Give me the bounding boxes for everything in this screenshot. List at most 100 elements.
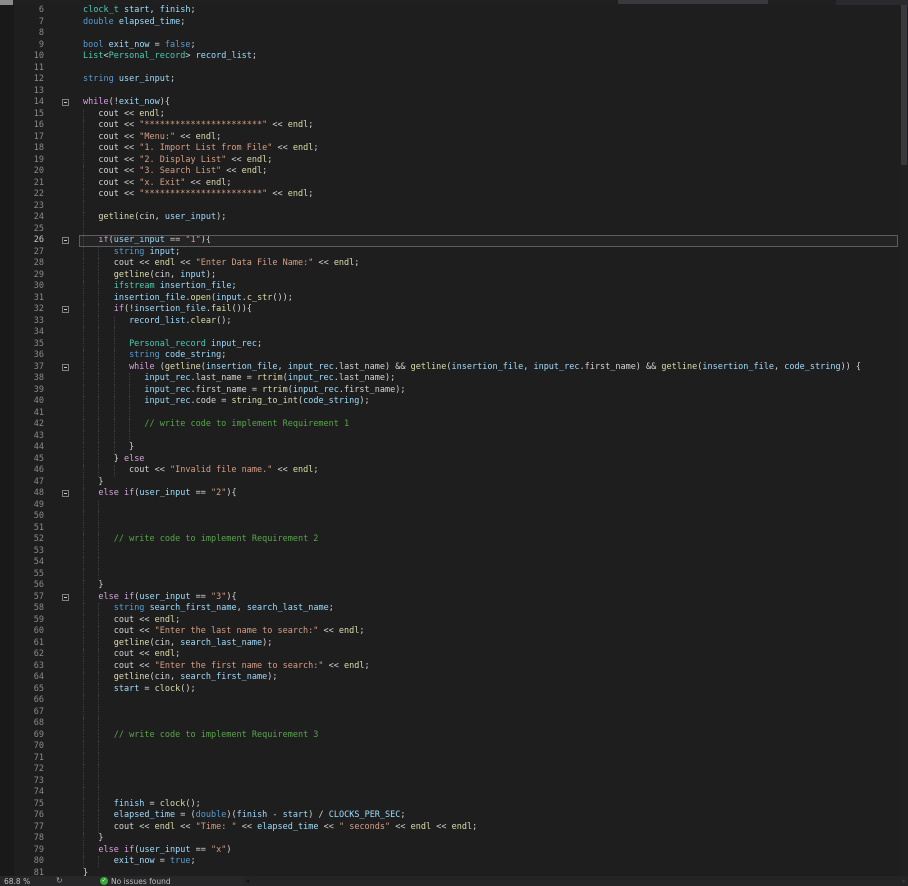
code-line[interactable]: 71 bbox=[0, 752, 908, 764]
line-number[interactable]: 37 bbox=[14, 362, 46, 374]
code-line[interactable]: 73 bbox=[0, 775, 908, 787]
line-number[interactable]: 69 bbox=[14, 730, 46, 742]
breakpoint-margin[interactable] bbox=[0, 407, 14, 419]
breakpoint-margin[interactable] bbox=[0, 304, 14, 316]
breakpoint-margin[interactable] bbox=[0, 580, 14, 592]
line-number[interactable]: 9 bbox=[14, 40, 46, 52]
code-line[interactable]: 69 // write code to implement Requiremen… bbox=[0, 729, 908, 742]
breakpoint-margin[interactable] bbox=[0, 292, 14, 304]
line-number[interactable]: 44 bbox=[14, 442, 46, 454]
breakpoint-margin[interactable] bbox=[0, 568, 14, 580]
line-number[interactable]: 30 bbox=[14, 281, 46, 293]
line-number[interactable]: 76 bbox=[14, 810, 46, 822]
code-line[interactable]: 51 bbox=[0, 522, 908, 535]
breakpoint-margin[interactable] bbox=[0, 522, 14, 534]
code-line[interactable]: 16 cout << "***********************" << … bbox=[0, 120, 908, 132]
line-number[interactable]: 47 bbox=[14, 477, 46, 489]
code-line[interactable]: 31 insertion_file.open(input.c_str()); bbox=[0, 292, 908, 305]
breakpoint-margin[interactable] bbox=[0, 741, 14, 753]
breakpoint-margin[interactable] bbox=[0, 752, 14, 764]
code-line[interactable]: 9 bool exit_now = false; bbox=[0, 39, 908, 52]
code-line[interactable]: 79 else if(user_input == "x") bbox=[0, 844, 908, 857]
line-number[interactable]: 7 bbox=[14, 17, 46, 29]
zoom-control[interactable]: 68.8 % bbox=[0, 877, 44, 886]
line-number[interactable]: 72 bbox=[14, 764, 46, 776]
breakpoint-margin[interactable] bbox=[0, 235, 14, 247]
line-number[interactable]: 77 bbox=[14, 822, 46, 834]
code-line[interactable]: 49 bbox=[0, 499, 908, 511]
code-line[interactable]: 60 cout << "Enter the last name to searc… bbox=[0, 626, 908, 638]
line-number[interactable]: 50 bbox=[14, 511, 46, 523]
code-line[interactable]: 21 cout << "x. Exit" << endl; bbox=[0, 177, 908, 190]
breakpoint-margin[interactable] bbox=[0, 131, 14, 143]
breakpoint-margin[interactable] bbox=[0, 787, 14, 799]
code-line[interactable]: 72 bbox=[0, 764, 908, 776]
line-number[interactable]: 17 bbox=[14, 132, 46, 144]
code-line[interactable]: 27 string input; bbox=[0, 246, 908, 258]
line-number[interactable]: 21 bbox=[14, 178, 46, 190]
code-line[interactable]: 52 // write code to implement Requiremen… bbox=[0, 534, 908, 546]
code-line[interactable]: 41 bbox=[0, 407, 908, 419]
code-line[interactable]: 63 cout << "Enter the first name to sear… bbox=[0, 660, 908, 672]
breakpoint-margin[interactable] bbox=[0, 706, 14, 718]
code-line[interactable]: 61 getline(cin, search_last_name); bbox=[0, 637, 908, 649]
line-number[interactable]: 70 bbox=[14, 741, 46, 753]
line-number[interactable]: 26 bbox=[14, 235, 46, 247]
code-line[interactable]: 34 bbox=[0, 327, 908, 339]
code-line[interactable]: 68 bbox=[0, 718, 908, 730]
code-line[interactable]: 37 while (getline(insertion_file, input_… bbox=[0, 361, 908, 374]
line-number[interactable]: 38 bbox=[14, 373, 46, 385]
breakpoint-margin[interactable] bbox=[0, 626, 14, 638]
breakpoint-margin[interactable] bbox=[0, 120, 14, 132]
fold-collapse-toggle[interactable] bbox=[62, 490, 69, 497]
line-number[interactable]: 22 bbox=[14, 189, 46, 201]
code-line[interactable]: 13 bbox=[0, 85, 908, 97]
breakpoint-margin[interactable] bbox=[0, 729, 14, 741]
breakpoint-margin[interactable] bbox=[0, 189, 14, 201]
line-number[interactable]: 45 bbox=[14, 454, 46, 466]
code-line[interactable]: 75 finish = clock(); bbox=[0, 798, 908, 811]
vertical-scrollbar[interactable] bbox=[900, 5, 908, 876]
code-line[interactable]: 18 cout << "1. Import List from File" <<… bbox=[0, 143, 908, 155]
breakpoint-margin[interactable] bbox=[0, 476, 14, 488]
scroll-left-arrow-icon[interactable]: ◂ bbox=[246, 876, 250, 886]
sync-icon[interactable]: ↻ bbox=[56, 876, 68, 886]
line-number[interactable]: 32 bbox=[14, 304, 46, 316]
code-line[interactable]: 12 string user_input; bbox=[0, 74, 908, 86]
code-line[interactable]: 74 bbox=[0, 787, 908, 799]
code-line[interactable]: 78 } bbox=[0, 833, 908, 845]
line-number[interactable]: 8 bbox=[14, 28, 46, 40]
line-number[interactable]: 14 bbox=[14, 97, 46, 109]
breakpoint-margin[interactable] bbox=[0, 511, 14, 523]
line-number[interactable]: 10 bbox=[14, 51, 46, 63]
line-number[interactable]: 42 bbox=[14, 419, 46, 431]
code-line[interactable]: 28 cout << endl << "Enter Data File Name… bbox=[0, 258, 908, 270]
line-number[interactable]: 40 bbox=[14, 396, 46, 408]
line-number[interactable]: 46 bbox=[14, 465, 46, 477]
code-line[interactable]: 59 cout << endl; bbox=[0, 614, 908, 626]
line-number[interactable]: 75 bbox=[14, 799, 46, 811]
code-line[interactable]: 26 if(user_input == "1"){ bbox=[0, 235, 908, 247]
code-line[interactable]: 64 getline(cin, search_first_name); bbox=[0, 672, 908, 684]
code-line[interactable]: 40 input_rec.code = string_to_int(code_s… bbox=[0, 396, 908, 408]
breakpoint-margin[interactable] bbox=[0, 591, 14, 603]
line-number[interactable]: 31 bbox=[14, 293, 46, 305]
breakpoint-margin[interactable] bbox=[0, 51, 14, 63]
line-number[interactable]: 79 bbox=[14, 845, 46, 857]
line-number[interactable]: 57 bbox=[14, 592, 46, 604]
line-number[interactable]: 16 bbox=[14, 120, 46, 132]
code-line[interactable]: 62 cout << endl; bbox=[0, 649, 908, 661]
breakpoint-margin[interactable] bbox=[0, 419, 14, 431]
line-number[interactable]: 78 bbox=[14, 833, 46, 845]
line-number[interactable]: 19 bbox=[14, 155, 46, 167]
code-line[interactable]: 80 exit_now = true; bbox=[0, 856, 908, 868]
code-line[interactable]: 35 Personal_record input_rec; bbox=[0, 338, 908, 350]
breakpoint-margin[interactable] bbox=[0, 97, 14, 109]
code-line[interactable]: 19 cout << "2. Display List" << endl; bbox=[0, 154, 908, 167]
code-line[interactable]: 23 bbox=[0, 200, 908, 212]
breakpoint-margin[interactable] bbox=[0, 660, 14, 672]
line-number[interactable]: 12 bbox=[14, 74, 46, 86]
code-line[interactable]: 53 bbox=[0, 545, 908, 557]
breakpoint-margin[interactable] bbox=[0, 154, 14, 166]
line-number[interactable]: 51 bbox=[14, 523, 46, 535]
